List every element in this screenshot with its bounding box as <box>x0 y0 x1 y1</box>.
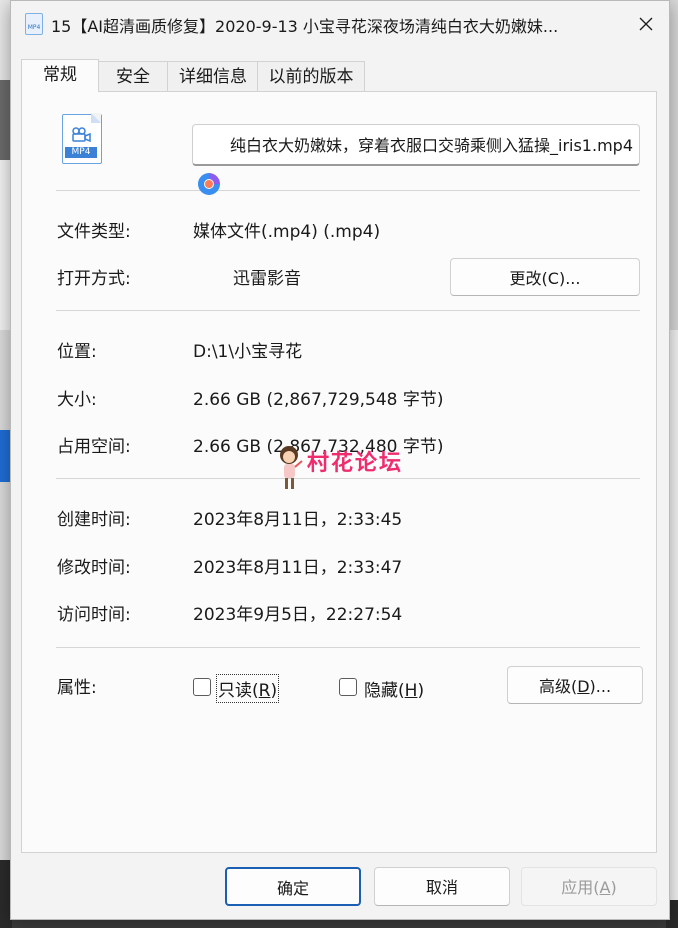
location-label: 位置: <box>57 342 97 362</box>
cancel-button[interactable]: 取消 <box>374 867 510 906</box>
advanced-button[interactable]: 高级(D)... <box>507 666 643 704</box>
location-value: D:\1\小宝寻花 <box>193 342 303 362</box>
readonly-checkbox[interactable] <box>193 678 211 696</box>
divider <box>56 647 640 648</box>
disk-size-label: 占用空间: <box>57 437 131 457</box>
accessed-value: 2023年9月5日，22:27:54 <box>193 605 403 625</box>
created-label: 创建时间: <box>57 510 131 530</box>
divider <box>56 310 640 311</box>
divider <box>56 478 640 479</box>
change-button[interactable]: 更改(C)... <box>450 258 640 296</box>
readonly-label[interactable]: 只读(R) <box>215 674 280 703</box>
background-blue-strip <box>0 430 10 482</box>
size-value: 2.66 GB (2,867,729,548 字节) <box>193 390 444 410</box>
modified-label: 修改时间: <box>57 558 131 578</box>
tab-previous-versions[interactable]: 以前的版本 <box>257 61 365 92</box>
apply-button[interactable]: 应用(A) <box>521 867 657 906</box>
tab-general[interactable]: 常规 <box>21 59 99 92</box>
tab-details[interactable]: 详细信息 <box>167 61 259 92</box>
divider <box>56 190 640 191</box>
open-with-label: 打开方式: <box>57 269 131 289</box>
mp4-file-icon: MP4 <box>62 113 102 164</box>
tab-security[interactable]: 安全 <box>97 61 169 92</box>
watermark-text: 村花论坛 <box>307 450 404 476</box>
open-with-app: 迅雷影音 <box>233 269 301 289</box>
file-type-badge: MP4 <box>65 147 97 158</box>
created-value: 2023年8月11日，2:33:45 <box>193 510 403 530</box>
accessed-label: 访问时间: <box>57 605 131 625</box>
xunlei-player-icon <box>198 173 220 195</box>
file-name-field[interactable] <box>192 124 640 166</box>
title-bar[interactable]: MP4 15【AI超清画质修复】2020-9-13 小宝寻花深夜场清纯白衣大奶嫩… <box>11 1 669 47</box>
close-icon <box>639 17 653 31</box>
mp4-file-icon: MP4 <box>25 13 43 35</box>
hidden-label[interactable]: 隐藏(H) <box>364 676 424 701</box>
size-label: 大小: <box>57 390 97 410</box>
modified-value: 2023年8月11日，2:33:47 <box>193 558 403 578</box>
file-type-label: 文件类型: <box>57 222 131 242</box>
window-title: 15【AI超清画质修复】2020-9-13 小宝寻花深夜场清纯白衣大奶嫩妹... <box>51 17 559 36</box>
close-button[interactable] <box>623 1 669 47</box>
ok-button[interactable]: 确定 <box>225 867 361 906</box>
video-camera-icon <box>72 127 91 142</box>
properties-dialog: MP4 15【AI超清画质修复】2020-9-13 小宝寻花深夜场清纯白衣大奶嫩… <box>10 0 670 920</box>
watermark-girl-icon <box>280 446 303 489</box>
file-type-value: 媒体文件(.mp4) (.mp4) <box>193 222 381 242</box>
file-name-input[interactable] <box>193 125 637 163</box>
attributes-label: 属性: <box>57 678 97 698</box>
hidden-checkbox[interactable] <box>339 678 357 696</box>
